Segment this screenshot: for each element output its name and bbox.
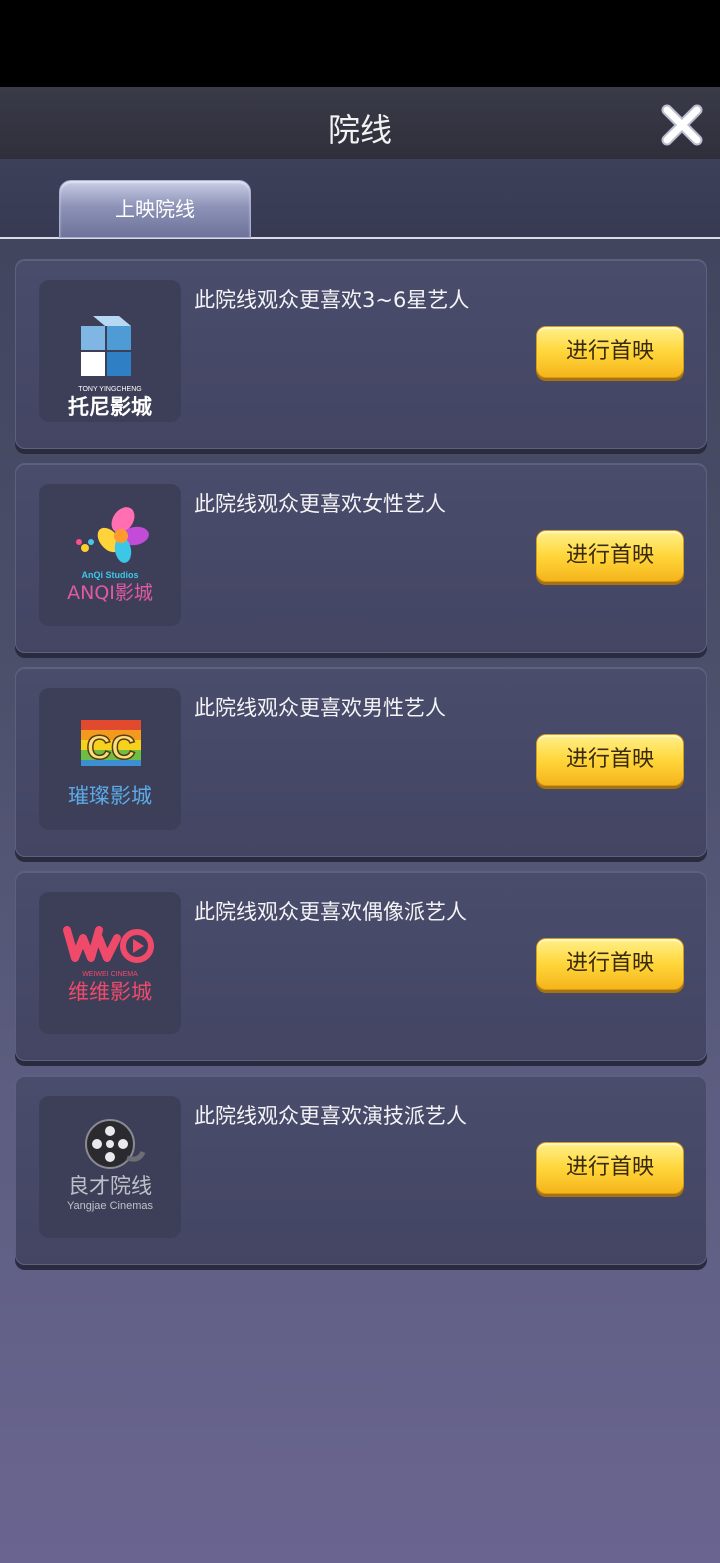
status-bar bbox=[0, 0, 720, 87]
cinema-card: CC 璀璨影城 此院线观众更喜欢男性艺人 进行首映 bbox=[15, 667, 707, 857]
cinema-card: AnQi Studios ANQI影城 此院线观众更喜欢女性艺人 进行首映 bbox=[15, 463, 707, 653]
cinema-logo: TONY YINGCHENG 托尼影城 bbox=[39, 280, 181, 422]
svg-text:维维影城: 维维影城 bbox=[68, 980, 152, 1004]
header-bar: 院线 bbox=[0, 87, 720, 161]
audience-preference-text: 此院线观众更喜欢偶像派艺人 bbox=[194, 900, 467, 924]
audience-preference-text: 此院线观众更喜欢男性艺人 bbox=[194, 696, 446, 720]
cube-logo-icon: TONY YINGCHENG 托尼影城 bbox=[68, 316, 152, 419]
audience-preference-text: 此院线观众更喜欢演技派艺人 bbox=[194, 1104, 467, 1128]
premiere-button[interactable]: 进行首映 bbox=[536, 530, 684, 582]
film-reel-logo-icon: 良才院线 Yangjae Cinemas bbox=[67, 1119, 154, 1212]
svg-text:TONY YINGCHENG: TONY YINGCHENG bbox=[78, 386, 141, 393]
close-button[interactable] bbox=[660, 103, 704, 147]
cinema-card: TONY YINGCHENG 托尼影城 此院线观众更喜欢3~6星艺人 进行首映 bbox=[15, 259, 707, 449]
cinema-logo: CC 璀璨影城 bbox=[39, 688, 181, 830]
svg-text:AnQi Studios: AnQi Studios bbox=[82, 570, 139, 580]
premiere-button[interactable]: 进行首映 bbox=[536, 938, 684, 990]
star-flower-logo-icon: AnQi Studios ANQI影城 bbox=[67, 507, 153, 604]
audience-preference-text: 此院线观众更喜欢女性艺人 bbox=[194, 492, 446, 516]
close-icon bbox=[661, 104, 703, 146]
svg-text:ANQI影城: ANQI影城 bbox=[67, 582, 153, 604]
cinema-logo: 良才院线 Yangjae Cinemas bbox=[39, 1096, 181, 1238]
cinema-logo: WEIWEI CINEMA 维维影城 bbox=[39, 892, 181, 1034]
premiere-button[interactable]: 进行首映 bbox=[536, 326, 684, 378]
svg-text:CC: CC bbox=[86, 729, 135, 767]
cinema-card: WEIWEI CINEMA 维维影城 此院线观众更喜欢偶像派艺人 进行首映 bbox=[15, 871, 707, 1061]
svg-text:WEIWEI CINEMA: WEIWEI CINEMA bbox=[82, 971, 138, 978]
premiere-button[interactable]: 进行首映 bbox=[536, 1142, 684, 1194]
wwo-logo-icon: WEIWEI CINEMA 维维影城 bbox=[63, 926, 154, 1004]
tab-screening-cinemas[interactable]: 上映院线 bbox=[59, 180, 251, 238]
audience-preference-text: 此院线观众更喜欢3~6星艺人 bbox=[194, 288, 470, 312]
svg-text:璀璨影城: 璀璨影城 bbox=[68, 784, 152, 808]
cinema-logo: AnQi Studios ANQI影城 bbox=[39, 484, 181, 626]
cinema-card: 良才院线 Yangjae Cinemas 此院线观众更喜欢演技派艺人 进行首映 bbox=[15, 1075, 707, 1265]
svg-text:良才院线: 良才院线 bbox=[68, 1174, 152, 1198]
page-title: 院线 bbox=[327, 111, 392, 149]
svg-text:托尼影城: 托尼影城 bbox=[68, 395, 152, 419]
cc-logo-icon: CC 璀璨影城 bbox=[68, 720, 152, 808]
premiere-button[interactable]: 进行首映 bbox=[536, 734, 684, 786]
cinema-list: TONY YINGCHENG 托尼影城 此院线观众更喜欢3~6星艺人 进行首映 … bbox=[15, 259, 707, 1279]
svg-text:Yangjae Cinemas: Yangjae Cinemas bbox=[67, 1200, 154, 1212]
tab-bar: 上映院线 bbox=[0, 159, 720, 239]
